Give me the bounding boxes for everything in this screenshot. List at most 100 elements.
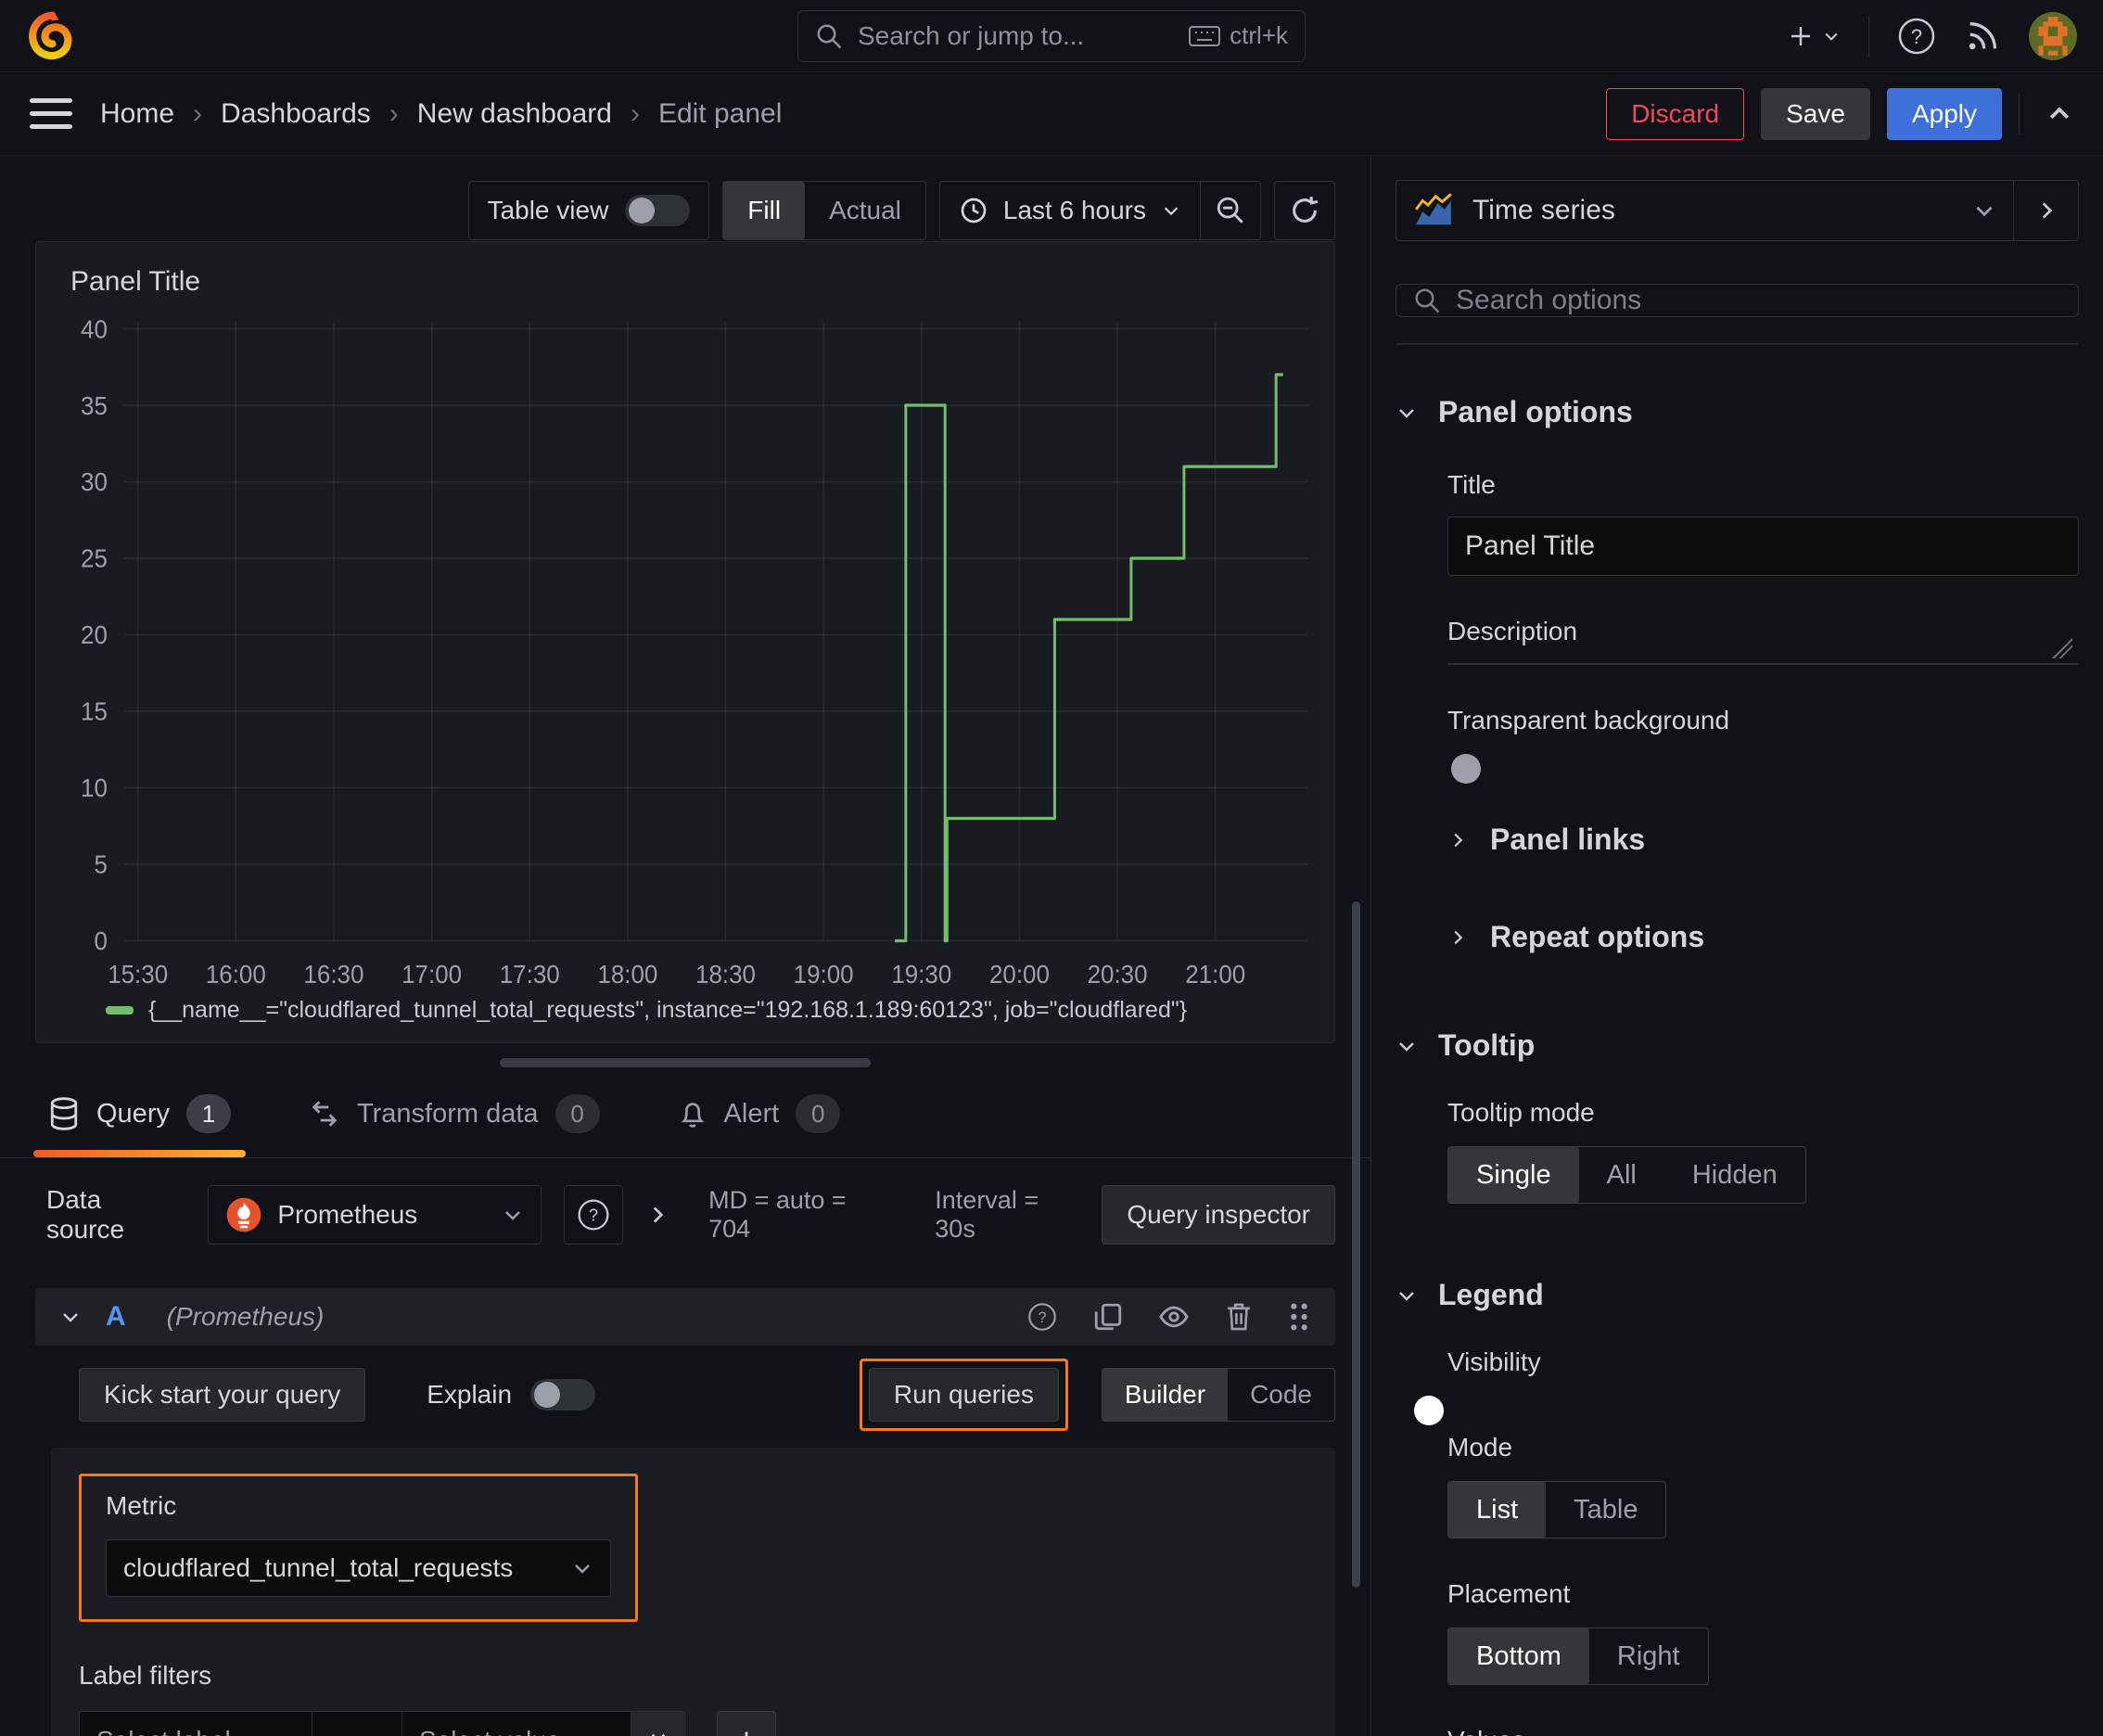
tooltip-all-option[interactable]: All: [1579, 1147, 1664, 1203]
legend-header[interactable]: Legend: [1396, 1278, 2079, 1312]
tab-query-label: Query: [96, 1098, 170, 1129]
table-view-label: Table view: [487, 196, 609, 224]
legend-table-option[interactable]: Table: [1546, 1482, 1665, 1538]
tab-transform-label: Transform data: [356, 1098, 539, 1129]
datasource-label: Data source: [46, 1185, 125, 1244]
table-view-switch[interactable]: [625, 195, 691, 226]
placement-right-option[interactable]: Right: [1589, 1628, 1708, 1684]
delete-query-icon[interactable]: [1224, 1301, 1254, 1333]
zoom-out-button[interactable]: [1201, 182, 1260, 239]
query-options-summary[interactable]: MD = auto = 704 Interval = 30s: [708, 1186, 1085, 1244]
news-icon[interactable]: [1964, 18, 2001, 55]
svg-text:40: 40: [81, 314, 108, 343]
refresh-icon: [1289, 195, 1320, 226]
explain-toggle[interactable]: Explain: [427, 1379, 596, 1410]
operator-dropdown[interactable]: =: [312, 1711, 401, 1736]
breadcrumb-dashboards[interactable]: Dashboards: [221, 98, 371, 130]
svg-text:20:00: 20:00: [989, 960, 1050, 989]
global-search[interactable]: Search or jump to... ctrl+k: [797, 9, 1306, 62]
search-icon: [815, 22, 843, 50]
repeat-options-header[interactable]: Repeat options: [1447, 920, 2079, 954]
metric-value: cloudflared_tunnel_total_requests: [123, 1553, 514, 1582]
visualization-picker[interactable]: Time series: [1396, 180, 2014, 241]
breadcrumb-new-dashboard[interactable]: New dashboard: [417, 98, 612, 130]
legend-list-option[interactable]: List: [1448, 1482, 1547, 1538]
add-new-button[interactable]: [1787, 22, 1841, 50]
save-button[interactable]: Save: [1761, 87, 1870, 140]
svg-text:16:00: 16:00: [206, 960, 266, 989]
chevron-up-icon[interactable]: [2046, 100, 2073, 128]
time-range-label: Last 6 hours: [1002, 196, 1146, 224]
legend-series-label[interactable]: {__name__="cloudflared_tunnel_total_requ…: [148, 997, 1187, 1024]
remove-filter-button[interactable]: [631, 1711, 685, 1736]
query-inspector-button[interactable]: Query inspector: [1102, 1185, 1335, 1245]
vertical-scrollbar[interactable]: [1352, 901, 1360, 1588]
query-help-icon[interactable]: ?: [1026, 1300, 1059, 1334]
help-icon[interactable]: ?: [1897, 17, 1936, 56]
table-view-toggle[interactable]: Table view: [467, 181, 710, 240]
svg-text:20: 20: [81, 620, 108, 649]
description-textarea[interactable]: [1447, 638, 2079, 665]
run-queries-button[interactable]: Run queries: [868, 1368, 1059, 1422]
fill-option[interactable]: Fill: [723, 182, 806, 239]
explain-switch[interactable]: [530, 1379, 596, 1410]
resize-corner-icon[interactable]: [2052, 638, 2072, 658]
description-label: Description: [1447, 617, 1578, 645]
kick-start-button[interactable]: Kick start your query: [79, 1368, 366, 1422]
datasource-help-button[interactable]: ?: [564, 1185, 624, 1245]
collapse-sidebar-button[interactable]: [2014, 180, 2079, 241]
breadcrumb-home[interactable]: Home: [100, 98, 174, 130]
tab-transform-count: 0: [554, 1094, 600, 1133]
explain-label: Explain: [427, 1380, 513, 1409]
svg-text:15:30: 15:30: [108, 960, 168, 989]
tab-query[interactable]: Query 1: [33, 1094, 246, 1157]
run-queries-highlight: Run queries: [859, 1359, 1068, 1431]
actual-option[interactable]: Actual: [805, 182, 925, 239]
chevron-down-icon: [1972, 198, 1996, 223]
select-value-dropdown[interactable]: Select value: [401, 1711, 631, 1736]
query-row-header[interactable]: A (Prometheus) ?: [35, 1288, 1335, 1346]
breadcrumb: Home › Dashboards › New dashboard › Edit…: [100, 98, 782, 130]
time-series-chart[interactable]: 0 5 10 15 20 25 30 35 40 15:30 16:00 16:30 17:00 17:3…: [50, 305, 1320, 997]
code-option[interactable]: Code: [1228, 1369, 1334, 1421]
options-expander-icon[interactable]: [645, 1203, 669, 1227]
tab-transform[interactable]: Transform data 0: [300, 1094, 609, 1157]
placement-bottom-option[interactable]: Bottom: [1448, 1628, 1589, 1684]
panel-title[interactable]: Panel Title: [50, 255, 1320, 298]
collapse-query-icon[interactable]: [59, 1306, 82, 1328]
discard-button[interactable]: Discard: [1606, 87, 1745, 140]
tooltip-header[interactable]: Tooltip: [1396, 1028, 2079, 1063]
drag-handle-icon[interactable]: [1287, 1301, 1311, 1333]
time-range-picker[interactable]: Last 6 hours: [940, 182, 1200, 239]
datasource-picker[interactable]: Prometheus: [208, 1185, 542, 1245]
duplicate-query-icon[interactable]: [1092, 1301, 1124, 1333]
add-filter-button[interactable]: [717, 1711, 776, 1736]
svg-text:35: 35: [81, 391, 108, 420]
legend-series-marker[interactable]: [106, 1006, 134, 1015]
metric-select[interactable]: cloudflared_tunnel_total_requests: [106, 1539, 611, 1597]
svg-text:19:00: 19:00: [794, 960, 854, 989]
pane-resize-handle[interactable]: [500, 1058, 871, 1067]
grafana-logo[interactable]: [26, 11, 74, 61]
menu-toggle-icon[interactable]: [30, 96, 72, 133]
panel-title-input[interactable]: [1447, 517, 2079, 576]
hide-query-icon[interactable]: [1157, 1301, 1191, 1333]
apply-button[interactable]: Apply: [1886, 87, 2002, 140]
nav-divider: [1868, 15, 1869, 57]
transparent-bg-label: Transparent background: [1447, 706, 1730, 734]
breadcrumb-sep-icon: ›: [630, 97, 640, 129]
tooltip-single-option[interactable]: Single: [1448, 1147, 1579, 1203]
panel-links-header[interactable]: Panel links: [1447, 823, 2079, 857]
svg-text:21:00: 21:00: [1185, 960, 1245, 989]
user-avatar[interactable]: [2029, 11, 2077, 60]
svg-text:17:30: 17:30: [500, 960, 560, 989]
tooltip-hidden-option[interactable]: Hidden: [1664, 1147, 1805, 1203]
breadcrumb-sep-icon: ›: [193, 97, 203, 129]
tab-alert[interactable]: Alert 0: [669, 1094, 850, 1157]
refresh-button[interactable]: [1274, 181, 1335, 240]
tooltip-mode-group: Single All Hidden: [1447, 1146, 1806, 1204]
select-label-dropdown[interactable]: Select label: [79, 1711, 312, 1736]
panel-options-header[interactable]: Panel options: [1396, 395, 2079, 429]
options-search[interactable]: Search options: [1396, 284, 2079, 317]
builder-option[interactable]: Builder: [1102, 1369, 1229, 1421]
